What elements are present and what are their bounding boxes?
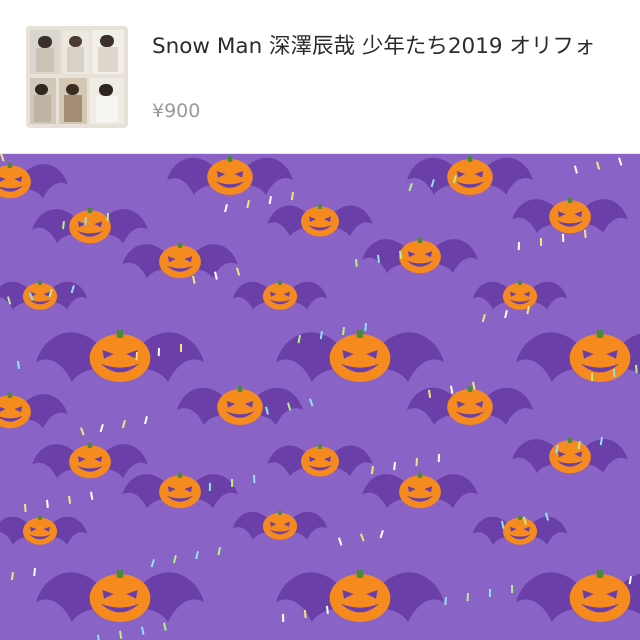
- listing-card[interactable]: Snow Man 深澤辰哉 少年たち2019 オリフォ ¥900: [0, 0, 640, 154]
- item-title[interactable]: Snow Man 深澤辰哉 少年たち2019 オリフォ: [152, 31, 622, 63]
- halloween-pumpkin-bat-pattern-icon: [0, 154, 640, 640]
- item-price: ¥900: [152, 100, 201, 122]
- product-thumbnail[interactable]: [26, 26, 128, 128]
- product-photo-thumbnail-icon: [26, 26, 128, 128]
